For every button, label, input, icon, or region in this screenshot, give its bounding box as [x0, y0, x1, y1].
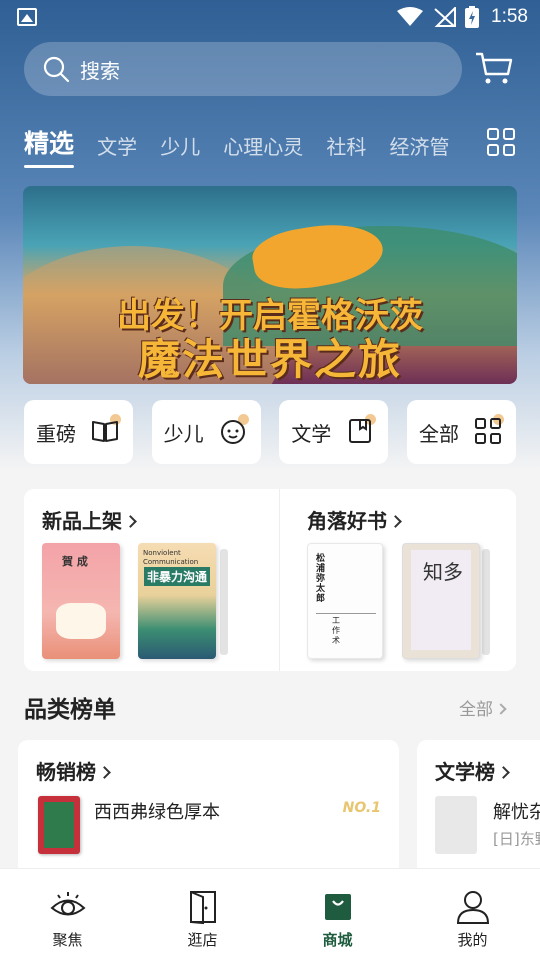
- quick-category-label: 少儿: [163, 421, 204, 446]
- chevron-right-icon: [124, 515, 137, 528]
- book-cover[interactable]: 松浦弥太郎 工作术: [307, 543, 383, 659]
- rankings-title: 品类榜单: [24, 697, 116, 723]
- quick-category-literature[interactable]: 文学: [279, 400, 389, 464]
- chevron-right-icon: [98, 766, 111, 779]
- book-cover[interactable]: [38, 796, 80, 854]
- search-placeholder: 搜索: [80, 58, 120, 83]
- quick-category-all[interactable]: 全部: [406, 400, 516, 464]
- book-stack-shadow: [220, 549, 228, 655]
- quick-category-label: 文学: [291, 421, 332, 446]
- shopping-cart-icon[interactable]: [474, 50, 514, 86]
- book-open-icon: [92, 421, 118, 442]
- book-cover-subtitle: 工作术: [332, 616, 340, 645]
- store-door-icon: [189, 891, 216, 925]
- nav-profile[interactable]: 我的: [405, 869, 540, 960]
- quick-category-label: 重磅: [36, 421, 76, 446]
- ranking-name[interactable]: 畅销榜: [36, 756, 111, 785]
- shopping-bag-icon: [324, 894, 351, 920]
- tab-featured[interactable]: 精选: [24, 124, 75, 168]
- book-stack-shadow: [482, 549, 490, 655]
- search-icon: [43, 56, 70, 83]
- new-arrivals-title[interactable]: 新品上架: [42, 505, 137, 534]
- section-title-label: 角落好书: [307, 509, 387, 533]
- quick-category-children[interactable]: 少儿: [151, 400, 261, 464]
- ranking-name[interactable]: 文学榜: [435, 756, 510, 785]
- see-all-label: 全部: [459, 700, 493, 720]
- child-face-icon: [220, 420, 245, 444]
- quick-category-featured[interactable]: 重磅: [24, 400, 133, 464]
- status-bar: 1:58: [0, 0, 540, 36]
- book-cover-subtitle: Nonviolent Communication: [143, 549, 199, 566]
- nav-label: 聚焦: [52, 931, 83, 949]
- bookmark-book-icon: [349, 419, 372, 443]
- book-cover-art: [316, 600, 376, 614]
- book-cover-art: [44, 802, 74, 848]
- category-tabs: 精选 文学 少儿 心理心灵 社科 经济管: [24, 124, 464, 174]
- section-title-label: 新品上架: [42, 509, 122, 533]
- promo-banner[interactable]: 出发！开启霍格沃茨 魔法世界之旅: [23, 186, 517, 384]
- grid-icon: [474, 418, 501, 444]
- ranking-card-bestseller[interactable]: 畅销榜 西西弗绿色厚本 NO.1: [18, 740, 399, 880]
- battery-charging-icon: [465, 6, 480, 28]
- chevron-right-icon: [495, 703, 507, 715]
- book-title: 解忧杂: [493, 802, 540, 823]
- all-categories-grid-icon[interactable]: [487, 128, 515, 156]
- book-cover[interactable]: 賀 成: [42, 543, 120, 659]
- book-title: 西西弗绿色厚本: [94, 802, 220, 823]
- book-cover[interactable]: 知多: [402, 543, 480, 659]
- banner-title-line2: 魔法世界之旅: [137, 335, 402, 384]
- search-input[interactable]: 搜索: [24, 42, 462, 96]
- image-notification-icon: [17, 8, 37, 26]
- nav-mall[interactable]: 商城: [270, 869, 405, 960]
- tab-social-science[interactable]: 社科: [326, 131, 366, 160]
- user-icon: [456, 891, 489, 924]
- nav-browse-store[interactable]: 逛店: [135, 869, 270, 960]
- book-showcase-panel: 新品上架 賀 成 Nonviolent Communication 非暴力沟通 …: [24, 489, 516, 671]
- tab-psychology[interactable]: 心理心灵: [223, 131, 303, 160]
- quick-categories: 重磅 少儿 文学 全部: [24, 400, 516, 464]
- book-cover-art: [56, 603, 106, 639]
- rankings-see-all[interactable]: 全部: [459, 695, 507, 720]
- rank-badge: NO.1: [342, 800, 381, 816]
- book-cover[interactable]: Nonviolent Communication 非暴力沟通: [138, 543, 216, 659]
- quick-category-label: 全部: [418, 421, 459, 446]
- bottom-navigation: 聚焦 逛店 商城 我的: [0, 868, 540, 960]
- ranking-card-literature[interactable]: 文学榜 解忧杂 [日]东野: [417, 740, 540, 880]
- nav-label: 商城: [322, 931, 353, 949]
- panel-divider: [279, 489, 280, 671]
- book-cover[interactable]: [435, 796, 477, 854]
- ranking-name-label: 文学榜: [435, 760, 495, 784]
- corner-picks-title[interactable]: 角落好书: [307, 505, 402, 534]
- nav-focus[interactable]: 聚焦: [0, 869, 135, 960]
- book-cover-text: 賀 成: [62, 555, 88, 568]
- nav-label: 我的: [457, 931, 488, 949]
- book-cover-text: 松浦弥太郎: [316, 554, 326, 604]
- book-author: [日]东野: [493, 830, 540, 848]
- no-signal-icon: [434, 7, 457, 27]
- wifi-icon: [397, 7, 424, 26]
- chevron-right-icon: [497, 766, 510, 779]
- clock: 1:58: [491, 6, 528, 27]
- eye-icon: [49, 892, 86, 916]
- ranking-name-label: 畅销榜: [36, 760, 96, 784]
- tab-economics[interactable]: 经济管: [389, 131, 449, 160]
- tab-children[interactable]: 少儿: [160, 131, 200, 160]
- tab-literature[interactable]: 文学: [97, 131, 137, 160]
- chevron-right-icon: [389, 515, 402, 528]
- book-cover-text: 非暴力沟通: [144, 567, 211, 586]
- book-cover-text: 知多: [423, 560, 463, 584]
- nav-label: 逛店: [187, 931, 218, 949]
